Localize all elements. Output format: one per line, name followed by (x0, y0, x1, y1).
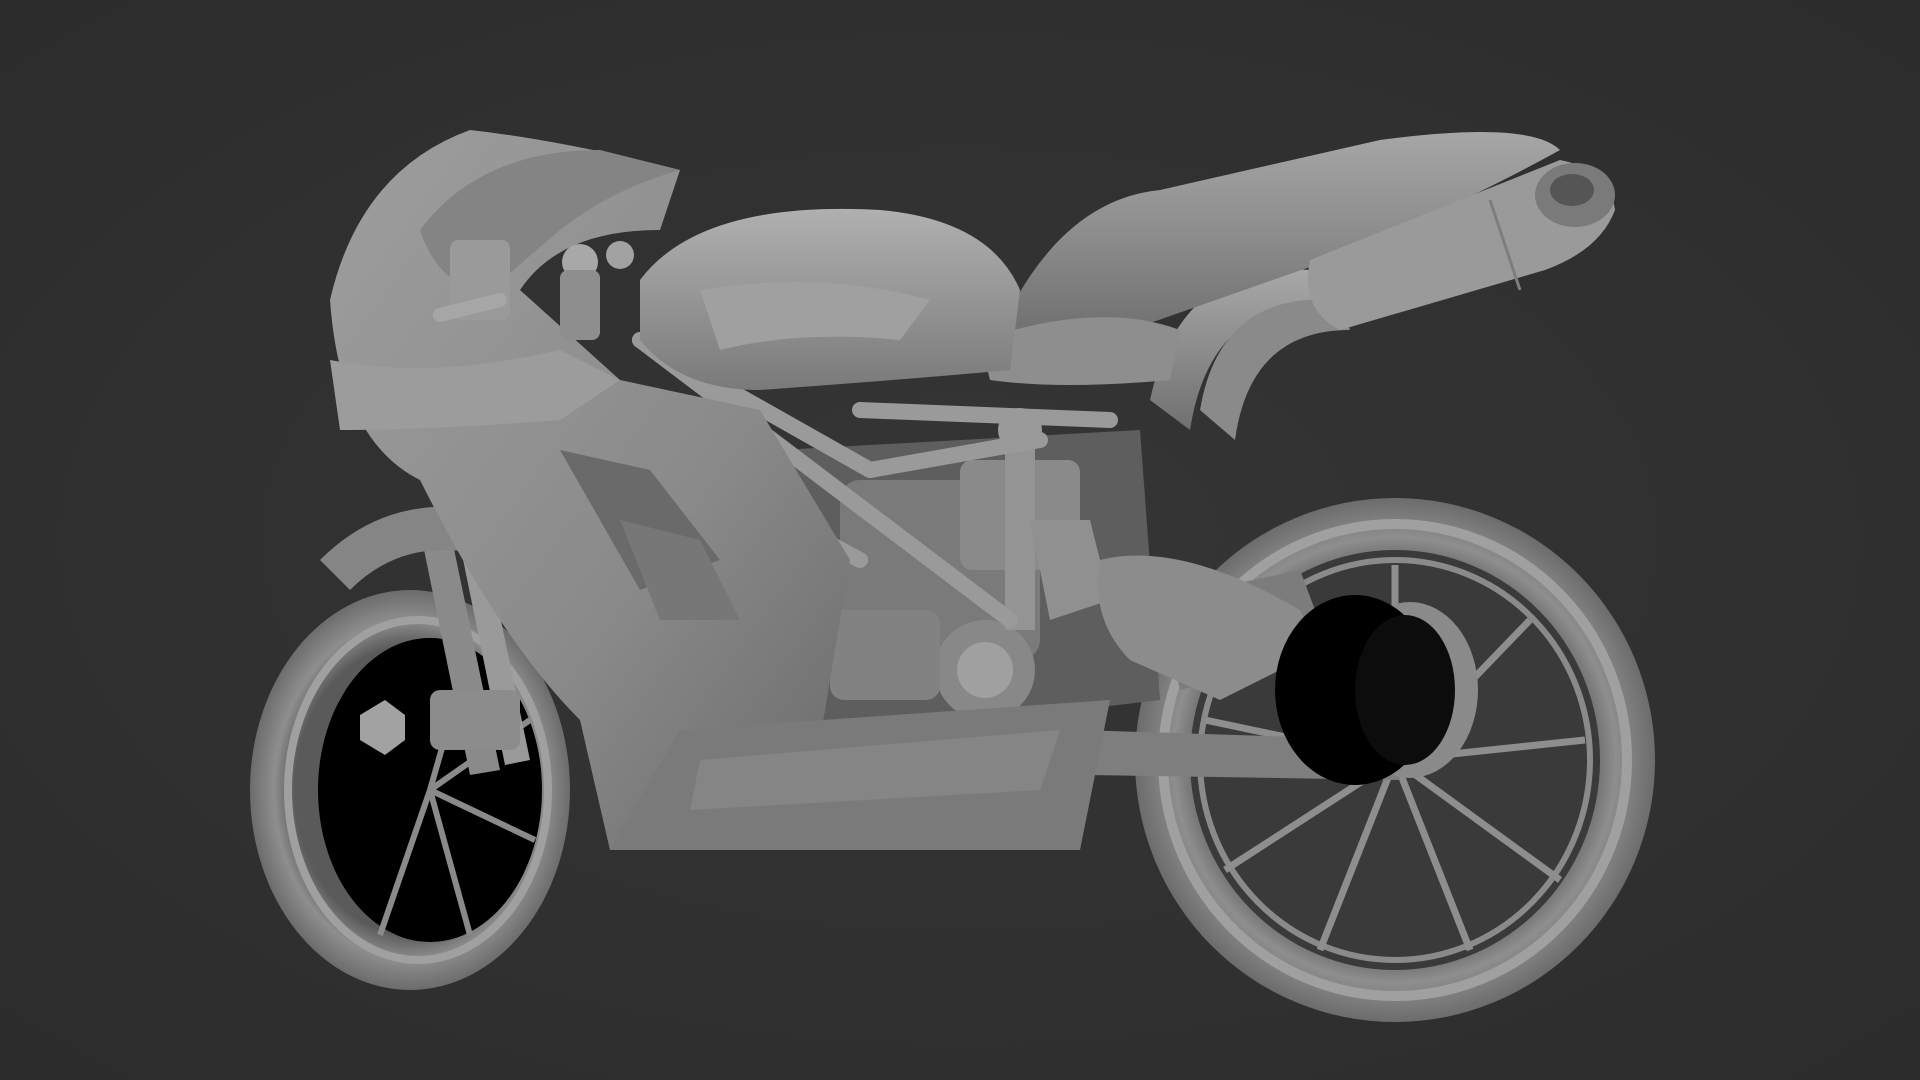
fuel-tank (640, 208, 1020, 390)
brake-caliper (430, 690, 520, 750)
3d-viewport[interactable] (0, 0, 1920, 1080)
motorcycle-model-render[interactable] (0, 0, 1920, 1080)
